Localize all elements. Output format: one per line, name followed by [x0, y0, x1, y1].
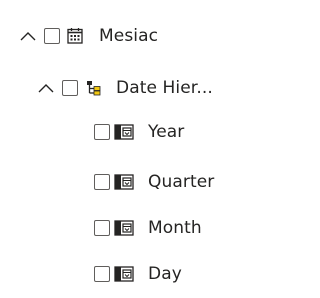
- chevron-up-icon[interactable]: [36, 78, 56, 98]
- date-level-icon: [114, 172, 134, 192]
- table-checkbox[interactable]: [44, 28, 60, 44]
- hierarchy-label: Date Hier...: [116, 78, 213, 98]
- tree-row-level-quarter[interactable]: Quarter: [94, 164, 214, 200]
- fields-tree-panel: Mesiac Date Hier... Year Quarter Month D…: [0, 0, 290, 298]
- year-checkbox[interactable]: [94, 124, 110, 140]
- chevron-up-icon[interactable]: [18, 26, 38, 46]
- level-label-year: Year: [148, 122, 185, 142]
- tree-row-hierarchy[interactable]: Date Hier...: [36, 70, 213, 106]
- tree-row-table[interactable]: Mesiac: [18, 18, 158, 54]
- calendar-table-icon: [65, 26, 85, 46]
- tree-row-level-day[interactable]: Day: [94, 256, 182, 292]
- date-level-icon: [114, 218, 134, 238]
- level-label-quarter: Quarter: [148, 172, 215, 192]
- level-label-day: Day: [148, 264, 182, 284]
- quarter-checkbox[interactable]: [94, 174, 110, 190]
- month-checkbox[interactable]: [94, 220, 110, 236]
- tree-row-level-month[interactable]: Month: [94, 210, 202, 246]
- table-label: Mesiac: [99, 26, 159, 46]
- date-level-icon: [114, 122, 134, 142]
- hierarchy-icon: [84, 78, 104, 98]
- tree-row-level-year[interactable]: Year: [94, 114, 184, 150]
- day-checkbox[interactable]: [94, 266, 110, 282]
- date-level-icon: [114, 264, 134, 284]
- hierarchy-checkbox[interactable]: [62, 80, 78, 96]
- level-label-month: Month: [148, 218, 202, 238]
